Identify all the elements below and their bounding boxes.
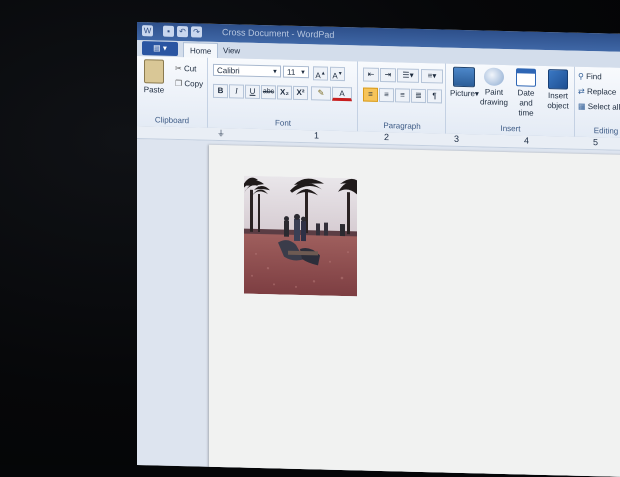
ribbon: Paste ✂ Cut ❐ Copy Clipboard Calibri ▼ 1… [137, 56, 620, 139]
redo-icon[interactable]: ↷ [191, 26, 202, 38]
list-icon: ☰▾ [402, 70, 414, 80]
font-family-select[interactable]: Calibri ▼ [213, 63, 281, 78]
paragraph-group-label: Paragraph [383, 121, 421, 131]
shrink-font-button[interactable]: A▼ [330, 66, 345, 82]
indent-increase-icon: ⇥ [384, 70, 392, 80]
paragraph-icon: ¶ [432, 91, 437, 101]
indent-decrease-icon: ⇤ [367, 69, 375, 79]
select-all-button[interactable]: ▦ Select all [578, 102, 620, 112]
document-area [137, 139, 620, 477]
select-all-label: Select all [587, 102, 620, 112]
paint-label-1: Paint [484, 87, 504, 97]
cut-button[interactable]: ✂ Cut [175, 64, 196, 74]
list-button[interactable]: ☰▾ [397, 68, 419, 83]
strikethrough-button[interactable]: abc [261, 85, 276, 100]
inserted-picture[interactable] [244, 175, 357, 297]
object-icon [548, 69, 568, 90]
justify-icon: ≣ [415, 90, 422, 100]
align-right-button[interactable]: ≡ [395, 88, 410, 103]
picture-button[interactable]: Picture▾ [450, 66, 479, 100]
copy-icon: ❐ [175, 78, 183, 89]
date-label-1: Date and [517, 88, 535, 108]
undo-icon[interactable]: ↶ [177, 25, 188, 38]
italic-button[interactable]: I [229, 84, 244, 99]
picture-icon [453, 66, 475, 88]
subscript-button[interactable]: X₂ [277, 85, 292, 100]
font-size-value: 11 [287, 67, 296, 77]
paste-button[interactable]: Paste [141, 59, 167, 96]
highlight-button[interactable]: ✎ [311, 86, 331, 101]
increase-indent-button[interactable]: ⇥ [380, 67, 396, 83]
cut-label: Cut [183, 64, 197, 74]
font-color-icon: A [339, 88, 345, 99]
group-editing: ⚲ Find ⇄ Replace ▦ Select all Editing [576, 67, 620, 138]
group-insert: Picture▾ Paint drawing Date and time Ins… [447, 63, 575, 137]
copy-button[interactable]: ❐ Copy [175, 79, 203, 89]
replace-icon: ⇄ [578, 86, 585, 96]
object-label-2: object [547, 101, 569, 111]
ruler-mark: 3 [454, 133, 460, 144]
line-spacing-button[interactable]: ≡▾ [421, 68, 443, 84]
align-right-icon: ≡ [400, 90, 405, 100]
justify-button[interactable]: ≣ [411, 88, 426, 104]
copy-label: Copy [184, 79, 204, 89]
select-all-icon: ▦ [578, 101, 586, 111]
find-button[interactable]: ⚲ Find [578, 72, 602, 82]
app-icon: W [142, 25, 153, 37]
save-icon[interactable]: ▪ [163, 25, 174, 37]
font-family-value: Calibri [217, 65, 240, 76]
calendar-icon [516, 68, 536, 87]
object-label-1: Insert [547, 91, 568, 101]
chevron-down-icon: ▼ [300, 69, 306, 77]
scissors-icon: ✂ [175, 63, 182, 74]
highlighter-icon: ✎ [317, 88, 325, 98]
align-center-icon: ≡ [384, 90, 389, 100]
bold-button[interactable]: B [213, 83, 228, 99]
font-color-button[interactable]: A [332, 86, 352, 102]
indent-marker-icon[interactable]: ⏚ [217, 128, 225, 139]
paragraph-dialog-button[interactable]: ¶ [427, 89, 442, 104]
tab-view[interactable]: View [217, 43, 246, 59]
replace-button[interactable]: ⇄ Replace [578, 87, 616, 97]
beach-photo-image [244, 175, 357, 297]
insert-object-button[interactable]: Insert object [543, 69, 573, 112]
line-spacing-icon: ≡▾ [427, 71, 437, 81]
ruler-mark: 2 [384, 132, 390, 143]
paste-label: Paste [143, 85, 165, 95]
font-size-select[interactable]: 11 ▼ [283, 65, 309, 79]
editing-group-label: Editing [593, 126, 619, 136]
align-left-button[interactable]: ≡ [363, 87, 378, 102]
app-menu-button[interactable]: ▤ ▾ [142, 41, 178, 57]
window-title: Cross Document - WordPad [222, 27, 335, 40]
ruler-mark: 5 [593, 137, 599, 148]
clipboard-group-label: Clipboard [154, 115, 190, 126]
replace-label: Replace [586, 86, 617, 97]
superscript-button[interactable]: X² [293, 85, 308, 101]
chevron-down-icon: ▼ [272, 69, 278, 76]
group-paragraph: ⇤ ⇥ ☰▾ ≡▾ ≡ ≡ ≡ ≣ ¶ Paragraph [359, 61, 446, 134]
grow-font-button[interactable]: A▲ [313, 66, 328, 81]
align-center-button[interactable]: ≡ [379, 87, 394, 103]
paint-palette-icon [484, 67, 504, 86]
paint-drawing-button[interactable]: Paint drawing [479, 67, 509, 108]
decrease-indent-button[interactable]: ⇤ [363, 67, 379, 82]
find-label: Find [586, 71, 602, 82]
picture-label: Picture [450, 88, 475, 99]
ruler-mark: 4 [524, 135, 530, 146]
insert-group-label: Insert [500, 123, 521, 134]
ruler-mark: 1 [314, 130, 320, 141]
group-clipboard: Paste ✂ Cut ❐ Copy Clipboard [137, 56, 208, 128]
document-page[interactable] [209, 144, 620, 477]
align-left-icon: ≡ [368, 89, 373, 99]
group-font: Calibri ▼ 11 ▼ A▲ A▼ B I U abc X₂ X² ✎ A… [209, 57, 358, 132]
underline-button[interactable]: U [245, 84, 260, 100]
clipboard-icon [144, 59, 164, 84]
wordpad-window: W ▪ ↶ ↷ Cross Document - WordPad ▤ ▾ Hom… [137, 22, 620, 477]
date-label-2: time [518, 108, 534, 118]
binoculars-icon: ⚲ [578, 71, 584, 81]
date-time-button[interactable]: Date and time [511, 68, 541, 119]
paint-label-2: drawing [479, 97, 508, 108]
